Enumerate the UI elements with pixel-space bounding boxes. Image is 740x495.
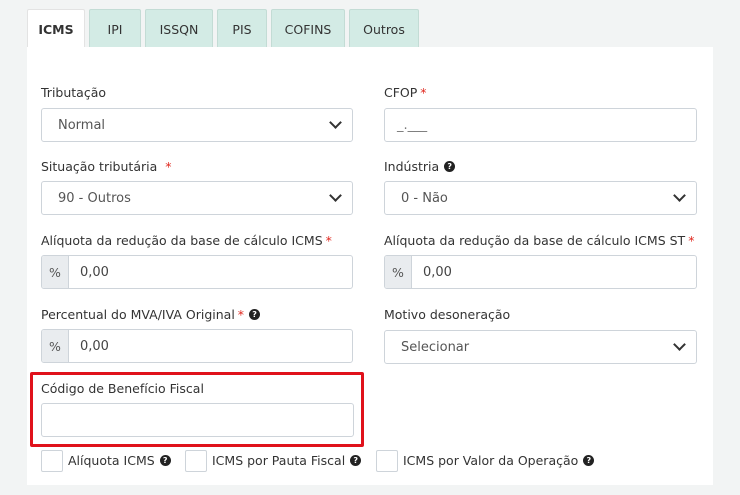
mva-input[interactable]: % 0,00 — [41, 329, 353, 363]
tab-pis[interactable]: PIS — [217, 9, 267, 48]
tributacao-select[interactable]: Normal — [41, 108, 353, 142]
cfop-input[interactable]: _.___ — [384, 108, 697, 142]
help-icon[interactable]: ? — [249, 309, 261, 320]
tab-outros[interactable]: Outros — [349, 9, 419, 48]
aliq-reducao-st-label-text: Alíquota da redução da base de cálculo I… — [384, 233, 686, 248]
tab-issqn[interactable]: ISSQN — [145, 9, 213, 48]
aliq-reducao-st-value: 0,00 — [423, 264, 452, 280]
chevron-down-icon — [673, 189, 686, 202]
valor-operacao-checkbox[interactable] — [376, 450, 398, 472]
aliq-reducao-label-text: Alíquota da redução da base de cálculo I… — [41, 233, 323, 248]
pauta-fiscal-label: ICMS por Pauta Fiscal? — [212, 453, 362, 468]
help-icon[interactable]: ? — [350, 455, 362, 466]
situacao-value: 90 - Outros — [58, 190, 131, 206]
situacao-select[interactable]: 90 - Outros — [41, 181, 353, 215]
motivo-label: Motivo desoneração — [384, 307, 510, 322]
aliq-reducao-label: Alíquota da redução da base de cálculo I… — [41, 233, 332, 248]
beneficio-input[interactable] — [41, 403, 354, 437]
cfop-label-text: CFOP — [384, 85, 418, 100]
tab-cofins[interactable]: COFINS — [271, 9, 345, 48]
cfop-value: _.___ — [397, 117, 428, 133]
tab-bar: ICMS IPI ISSQN PIS COFINS Outros — [27, 9, 423, 49]
situacao-label-text: Situação tributária — [41, 159, 158, 174]
beneficio-label-text: Código de Benefício Fiscal — [41, 381, 204, 396]
tributacao-value: Normal — [58, 117, 106, 133]
valor-operacao-label: ICMS por Valor da Operação? — [403, 453, 595, 468]
industria-label-text: Indústria — [384, 159, 440, 174]
chevron-down-icon — [329, 189, 342, 202]
motivo-label-text: Motivo desoneração — [384, 307, 511, 322]
aliq-reducao-input[interactable]: % 0,00 — [41, 255, 353, 289]
aliquota-icms-checkbox[interactable] — [41, 450, 63, 472]
required-marker: * — [420, 85, 427, 100]
required-marker: * — [165, 159, 172, 174]
aliquota-icms-label-text: Alíquota ICMS — [68, 453, 155, 468]
tributacao-label: Tributação — [41, 85, 106, 100]
required-marker: * — [325, 233, 332, 248]
aliq-reducao-st-label: Alíquota da redução da base de cálculo I… — [384, 233, 694, 248]
aliquota-icms-label: Alíquota ICMS? — [68, 453, 171, 468]
pauta-fiscal-checkbox[interactable] — [185, 450, 207, 472]
motivo-value: Selecionar — [401, 339, 470, 355]
required-marker: * — [688, 233, 695, 248]
help-icon[interactable]: ? — [583, 455, 595, 466]
chevron-down-icon — [329, 116, 342, 129]
required-marker: * — [237, 307, 245, 322]
valor-operacao-label-text: ICMS por Valor da Operação — [403, 453, 579, 468]
help-icon[interactable]: ? — [159, 455, 171, 466]
mva-value: 0,00 — [80, 338, 109, 354]
cfop-label: CFOP * — [384, 85, 427, 100]
percent-addon: % — [42, 256, 69, 288]
beneficio-label: Código de Benefício Fiscal — [41, 381, 204, 396]
chevron-down-icon — [673, 338, 686, 351]
mva-label-text: Percentual do MVA/IVA Original — [41, 307, 235, 322]
tab-icms[interactable]: ICMS — [27, 9, 85, 49]
industria-select[interactable]: 0 - Não — [384, 181, 697, 215]
pauta-fiscal-label-text: ICMS por Pauta Fiscal — [212, 453, 346, 468]
tab-ipi[interactable]: IPI — [89, 9, 141, 48]
industria-label: Indústria? — [384, 159, 456, 174]
percent-addon: % — [385, 256, 412, 288]
tributacao-label-text: Tributação — [41, 85, 107, 100]
percent-addon: % — [42, 330, 69, 362]
aliq-reducao-value: 0,00 — [80, 264, 109, 280]
situacao-label: Situação tributária * — [41, 159, 172, 174]
aliq-reducao-st-input[interactable]: % 0,00 — [384, 255, 697, 289]
industria-value: 0 - Não — [401, 190, 448, 206]
help-icon[interactable]: ? — [444, 161, 456, 172]
mva-label: Percentual do MVA/IVA Original *? — [41, 307, 261, 322]
motivo-select[interactable]: Selecionar — [384, 330, 697, 364]
